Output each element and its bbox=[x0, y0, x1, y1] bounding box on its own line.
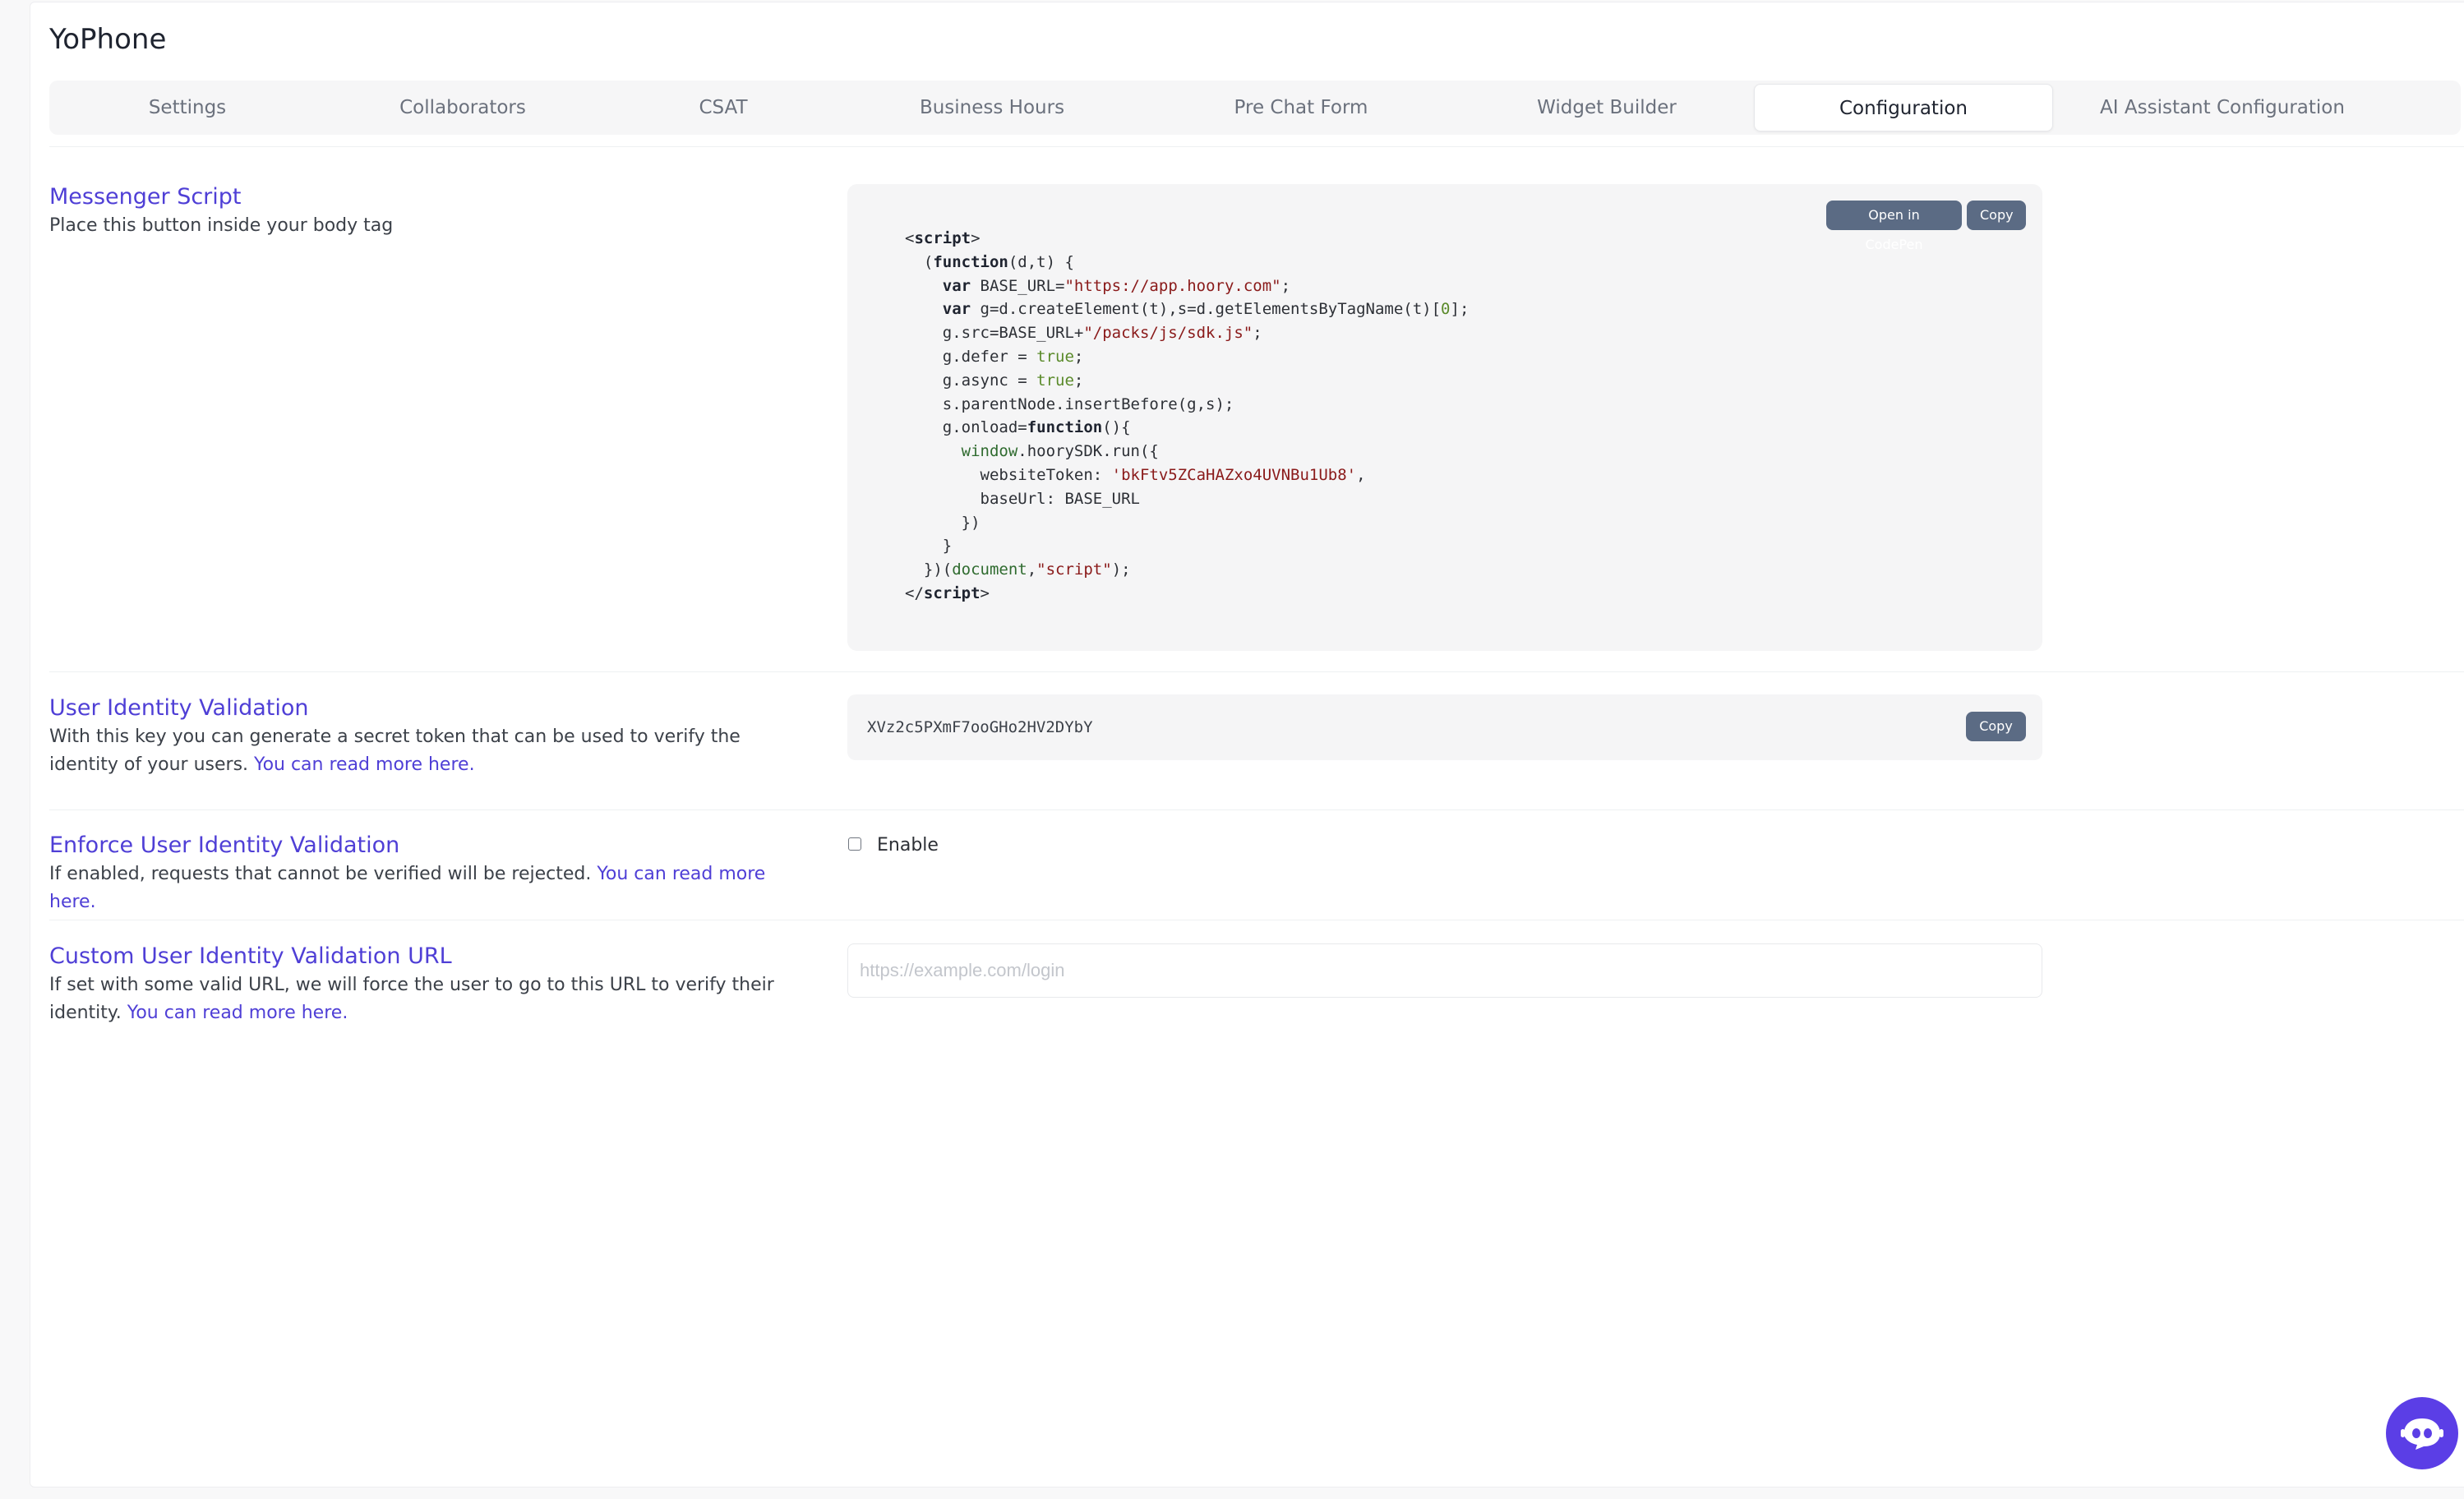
custom-url-description: If set with some valid URL, we will forc… bbox=[49, 975, 774, 1023]
custom-url-link[interactable]: You can read more here. bbox=[127, 1003, 348, 1023]
messenger-script-title: Messenger Script bbox=[49, 184, 242, 210]
enforce-validation-title: Enforce User Identity Validation bbox=[49, 833, 400, 858]
messenger-script-code: <script> (function(d,t) { var BASE_URL="… bbox=[905, 229, 1470, 602]
divider bbox=[49, 671, 2464, 672]
code-block: Open in CodePen Copy <script> (function(… bbox=[847, 184, 2042, 651]
hmac-key: XVz2c5PXmF7ooGHo2HV2DYbY bbox=[867, 718, 1093, 736]
code-base-url: "https://app.hoory.com" bbox=[1064, 276, 1281, 295]
code-script-arg: "script" bbox=[1036, 560, 1112, 579]
code-website-token: 'bkFtv5ZCaHAZxo4UVNBu1Ub8' bbox=[1111, 465, 1357, 484]
tab-pre-chat-form[interactable]: Pre Chat Form bbox=[1137, 84, 1465, 131]
copy-script-button[interactable]: Copy bbox=[1967, 201, 2026, 230]
identity-validation-title: User Identity Validation bbox=[49, 695, 309, 721]
enable-checkbox-label[interactable]: Enable bbox=[877, 835, 939, 856]
chat-bot-icon bbox=[2401, 1418, 2443, 1450]
identity-validation-description: With this key you can generate a secret … bbox=[49, 726, 741, 775]
custom-url-input[interactable] bbox=[847, 943, 2042, 998]
divider bbox=[49, 809, 2464, 810]
tab-widget-builder[interactable]: Widget Builder bbox=[1465, 84, 1749, 131]
tab-bar: Settings Collaborators CSAT Business Hou… bbox=[49, 81, 2461, 135]
custom-url-title: Custom User Identity Validation URL bbox=[49, 943, 452, 969]
tab-settings[interactable]: Settings bbox=[49, 84, 325, 131]
copy-key-button[interactable]: Copy bbox=[1966, 712, 2026, 741]
identity-validation-link[interactable]: You can read more here. bbox=[254, 754, 475, 775]
chat-widget-button[interactable] bbox=[2386, 1397, 2458, 1469]
enforce-validation-description: If enabled, requests that cannot be veri… bbox=[49, 864, 766, 912]
tab-business-hours[interactable]: Business Hours bbox=[847, 84, 1137, 131]
tab-configuration[interactable]: Configuration bbox=[1754, 84, 2053, 131]
tab-csat[interactable]: CSAT bbox=[600, 84, 847, 131]
code-sdk-path: "/packs/js/sdk.js" bbox=[1083, 324, 1253, 343]
open-in-codepen-button[interactable]: Open in CodePen bbox=[1826, 201, 1962, 252]
enable-checkbox[interactable] bbox=[848, 837, 861, 851]
divider bbox=[49, 146, 2464, 147]
messenger-script-description: Place this button inside your body tag bbox=[49, 215, 394, 236]
hmac-key-box: XVz2c5PXmF7ooGHo2HV2DYbY Copy bbox=[847, 694, 2042, 760]
tab-ai-assistant-configuration[interactable]: AI Assistant Configuration bbox=[2053, 84, 2392, 131]
tab-collaborators[interactable]: Collaborators bbox=[325, 84, 600, 131]
page-title: YoPhone bbox=[49, 23, 167, 56]
